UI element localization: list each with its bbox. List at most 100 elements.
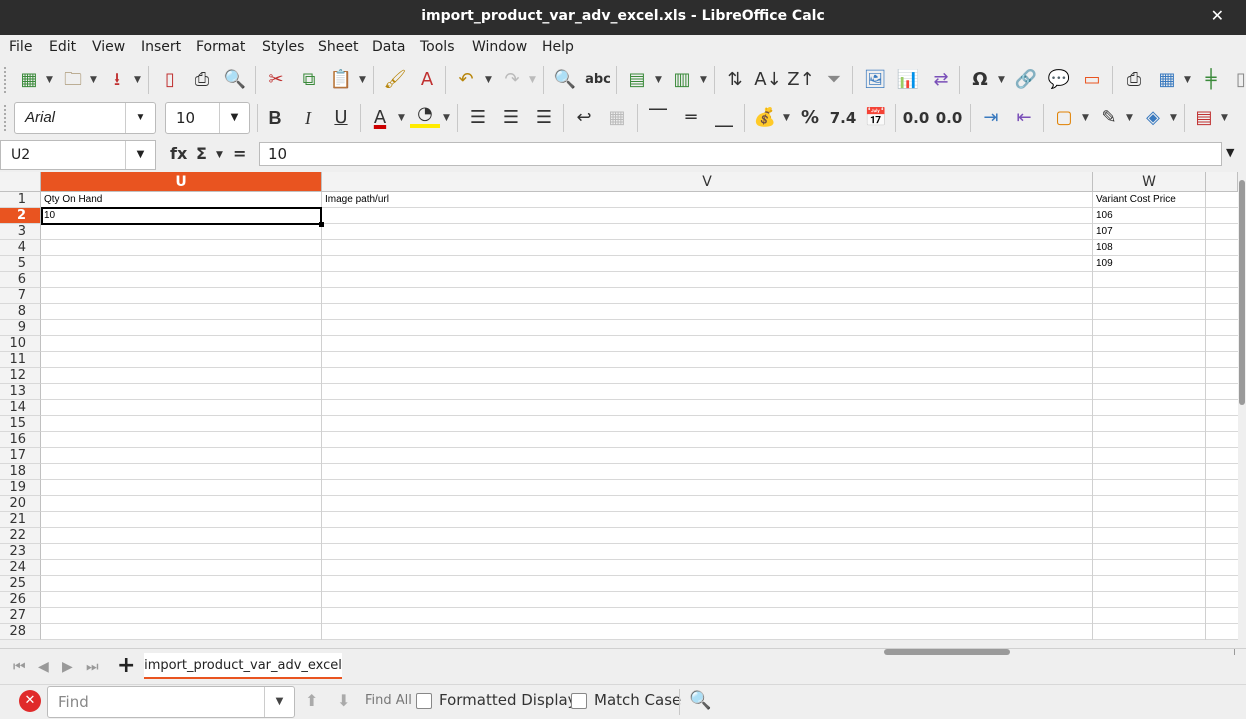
row-icon[interactable]: ▤ <box>622 66 652 94</box>
font-color-icon[interactable]: A <box>365 104 395 132</box>
undo-icon[interactable]: ↶ <box>451 66 481 94</box>
sort-descending-icon[interactable]: Z↑ <box>786 66 816 94</box>
menu-help[interactable]: Help <box>542 39 574 55</box>
cell-u20[interactable] <box>41 496 322 512</box>
cell-w25[interactable] <box>1093 576 1206 592</box>
cell-w26[interactable] <box>1093 592 1206 608</box>
chevron-down-icon[interactable]: ▼ <box>1170 104 1177 132</box>
cell-u10[interactable] <box>41 336 322 352</box>
row-header[interactable]: 21 <box>0 512 41 528</box>
formatted-display-checkbox[interactable] <box>416 693 432 709</box>
cell-u6[interactable] <box>41 272 322 288</box>
date-format-icon[interactable]: 📅 <box>861 104 891 132</box>
row-header[interactable]: 17 <box>0 448 41 464</box>
cell-u25[interactable] <box>41 576 322 592</box>
find-next-icon[interactable]: ⬇ <box>337 691 350 710</box>
add-sheet-icon[interactable]: + <box>117 653 135 678</box>
cell-v8[interactable] <box>322 304 1093 320</box>
row-header[interactable]: 7 <box>0 288 41 304</box>
wrap-text-icon[interactable]: ↩ <box>569 104 599 132</box>
cell-v20[interactable] <box>322 496 1093 512</box>
cell-w23[interactable] <box>1093 544 1206 560</box>
menu-edit[interactable]: Edit <box>49 39 76 55</box>
cell-u18[interactable] <box>41 464 322 480</box>
chevron-down-icon[interactable]: ▼ <box>783 104 790 132</box>
cell-v23[interactable] <box>322 544 1093 560</box>
cell-v18[interactable] <box>322 464 1093 480</box>
cell-u12[interactable] <box>41 368 322 384</box>
row-header[interactable]: 11 <box>0 352 41 368</box>
cell-w18[interactable] <box>1093 464 1206 480</box>
cell-w21[interactable] <box>1093 512 1206 528</box>
conditional-format-icon[interactable]: ▤ <box>1189 104 1219 132</box>
cell-v7[interactable] <box>322 288 1093 304</box>
cell-w20[interactable] <box>1093 496 1206 512</box>
name-box[interactable]: U2 ▼ <box>0 140 156 170</box>
border-color-icon[interactable]: ◈ <box>1138 104 1168 132</box>
align-top-icon[interactable]: ⎺ <box>643 104 673 132</box>
chevron-down-icon[interactable]: ▼ <box>655 66 662 94</box>
chevron-down-icon[interactable]: ▼ <box>700 66 707 94</box>
cell-w24[interactable] <box>1093 560 1206 576</box>
vertical-scrollbar[interactable] <box>1238 172 1246 640</box>
cell-v19[interactable] <box>322 480 1093 496</box>
cell-w8[interactable] <box>1093 304 1206 320</box>
save-icon[interactable]: ⭳ <box>102 66 132 94</box>
cell-v14[interactable] <box>322 400 1093 416</box>
define-print-area-icon[interactable]: ⎙ <box>1119 66 1149 94</box>
sort-ascending-icon[interactable]: A↓ <box>753 66 783 94</box>
cell-u7[interactable] <box>41 288 322 304</box>
cell-w7[interactable] <box>1093 288 1206 304</box>
chevron-down-icon[interactable]: ▼ <box>134 66 141 94</box>
cell-w6[interactable] <box>1093 272 1206 288</box>
italic-icon[interactable]: I <box>293 104 323 132</box>
percent-format-icon[interactable]: % <box>795 104 825 132</box>
row-header[interactable]: 26 <box>0 592 41 608</box>
insert-image-icon[interactable]: 🖼 <box>860 66 890 94</box>
delete-decimal-icon[interactable]: 0.0 <box>934 104 964 132</box>
cell-w16[interactable] <box>1093 432 1206 448</box>
menu-insert[interactable]: Insert <box>141 39 181 55</box>
cell-w3[interactable]: 107 <box>1093 224 1206 240</box>
sort-icon[interactable]: ⇅ <box>720 66 750 94</box>
chevron-down-icon[interactable]: ▼ <box>46 66 53 94</box>
chevron-down-icon[interactable]: ▼ <box>359 66 366 94</box>
column-header-x[interactable] <box>1206 172 1238 192</box>
cell-w13[interactable] <box>1093 384 1206 400</box>
cell-u28[interactable] <box>41 624 322 640</box>
find-input[interactable]: Find ▼ <box>47 686 295 718</box>
paste-icon[interactable]: 📋 <box>326 66 356 94</box>
cell-w9[interactable] <box>1093 320 1206 336</box>
row-header[interactable]: 2 <box>0 208 41 224</box>
toolbar-grip[interactable] <box>4 105 7 131</box>
cell-v17[interactable] <box>322 448 1093 464</box>
row-header[interactable]: 22 <box>0 528 41 544</box>
cell-v25[interactable] <box>322 576 1093 592</box>
merge-cells-icon[interactable]: ▦ <box>602 104 632 132</box>
row-header[interactable]: 16 <box>0 432 41 448</box>
row-header[interactable]: 25 <box>0 576 41 592</box>
row-header[interactable]: 12 <box>0 368 41 384</box>
cell-u16[interactable] <box>41 432 322 448</box>
align-center-icon[interactable]: ☰ <box>496 104 526 132</box>
cell-u14[interactable] <box>41 400 322 416</box>
cell-u11[interactable] <box>41 352 322 368</box>
cell-w2[interactable]: 106 <box>1093 208 1206 224</box>
header-footer-icon[interactable]: ▭ <box>1077 66 1107 94</box>
toolbar-grip[interactable] <box>4 67 7 93</box>
find-all-button[interactable]: Find All <box>365 693 412 708</box>
cell-v16[interactable] <box>322 432 1093 448</box>
pivot-table-icon[interactable]: ⇄ <box>926 66 956 94</box>
copy-icon[interactable]: ⧉ <box>294 66 324 94</box>
special-character-icon[interactable]: Ω <box>965 66 995 94</box>
chevron-down-icon[interactable]: ▼ <box>125 141 155 169</box>
export-pdf-icon[interactable]: ▯ <box>155 66 185 94</box>
row-header[interactable]: 8 <box>0 304 41 320</box>
open-folder-icon[interactable]: 🗀 <box>58 66 88 94</box>
split-window-icon[interactable]: ╪ <box>1196 66 1226 94</box>
font-name-combobox[interactable]: Arial ▼ <box>14 102 156 134</box>
chevron-down-icon[interactable]: ▼ <box>529 66 536 94</box>
sum-icon[interactable]: Σ <box>196 144 207 163</box>
more-options-icon[interactable]: ▯ <box>1226 66 1246 94</box>
cell-w27[interactable] <box>1093 608 1206 624</box>
